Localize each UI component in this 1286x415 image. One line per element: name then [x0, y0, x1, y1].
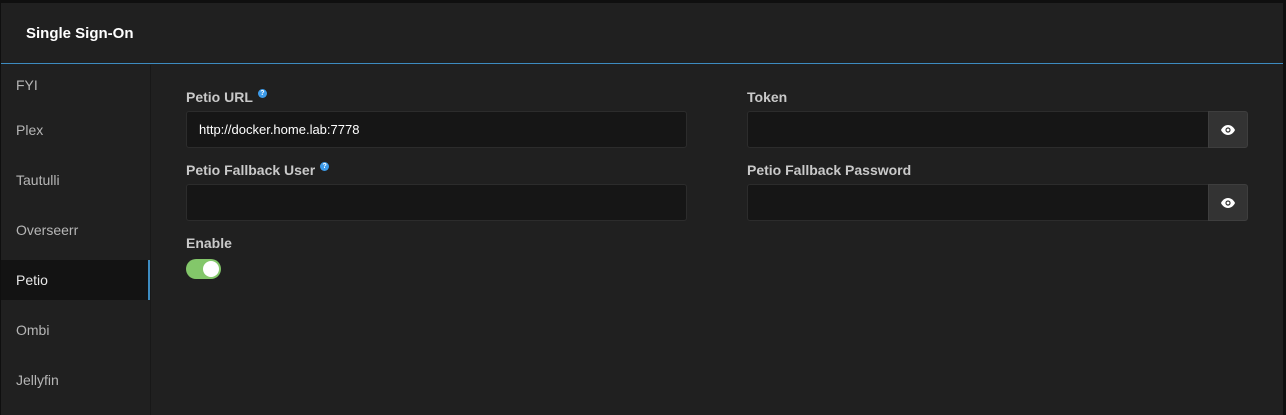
enable-label: Enable [186, 235, 232, 251]
question-circle-icon[interactable]: ? [257, 89, 267, 98]
petio-url-label-text: Petio URL [186, 89, 253, 105]
sidebar-item-tautulli[interactable]: Tautulli [1, 155, 150, 205]
panel-header: Single Sign-On [1, 3, 1283, 64]
question-circle-icon[interactable]: ? [320, 162, 330, 171]
sidebar-item-fyi[interactable]: FYI [1, 65, 150, 105]
fallback-password-input[interactable] [747, 184, 1209, 221]
panel-title: Single Sign-On [26, 24, 134, 42]
eye-icon [1221, 197, 1235, 208]
sso-panel: Single Sign-On FYI Plex Tautulli Oversee… [1, 3, 1283, 415]
sidebar-item-jellyfin[interactable]: Jellyfin [1, 355, 150, 405]
sidebar-item-plex[interactable]: Plex [1, 105, 150, 155]
petio-url-value: http://docker.home.lab:7778 [199, 122, 360, 137]
token-label: Token [747, 89, 788, 105]
sidebar-item-petio[interactable]: Petio [1, 260, 150, 300]
enable-toggle[interactable] [186, 259, 221, 279]
sidebar-item-overseerr[interactable]: Overseerr [1, 205, 150, 255]
petio-url-input[interactable]: http://docker.home.lab:7778 [186, 111, 687, 148]
toggle-knob [203, 261, 219, 277]
fallback-password-label: Petio Fallback Password [747, 162, 912, 178]
fallback-user-label-text: Petio Fallback User [186, 162, 316, 178]
fallback-user-label: Petio Fallback User? [186, 162, 330, 178]
sidebar: FYI Plex Tautulli Overseerr Petio Ombi J… [1, 65, 151, 415]
token-input[interactable] [747, 111, 1209, 148]
petio-url-label: Petio URL? [186, 89, 267, 105]
fallback-password-reveal-button[interactable] [1208, 184, 1248, 221]
fallback-user-input[interactable] [186, 184, 687, 221]
token-reveal-button[interactable] [1208, 111, 1248, 148]
eye-icon [1221, 124, 1235, 135]
sidebar-item-ombi[interactable]: Ombi [1, 305, 150, 355]
